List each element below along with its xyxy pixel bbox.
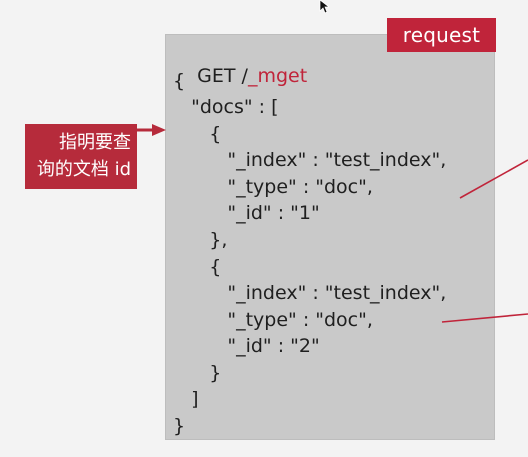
callout-line-1: 指明要查 xyxy=(59,132,131,153)
request-endpoint: _mget xyxy=(247,65,308,87)
mouse-pointer-icon xyxy=(319,0,331,14)
request-method: GET / xyxy=(197,65,248,87)
code-line-14: } xyxy=(173,415,186,437)
code-line-13: ] xyxy=(173,388,199,410)
code-line-4: "_index" : "test_index", xyxy=(173,149,447,171)
code-line-9: "_index" : "test_index", xyxy=(173,282,447,304)
code-line-11: "_id" : "2" xyxy=(173,335,320,357)
code-line-6: "_id" : "1" xyxy=(173,202,320,224)
code-line-7: }, xyxy=(173,229,228,251)
code-line-3: { xyxy=(173,123,222,145)
code-line-1: { xyxy=(173,70,186,92)
doc-id-callout: 指明要查 询的文档 id xyxy=(25,124,137,189)
code-line-2: "docs" : [ xyxy=(173,96,279,118)
request-badge: request xyxy=(387,18,496,52)
code-line-10: "_type" : "doc", xyxy=(173,309,373,331)
code-line-8: { xyxy=(173,256,222,278)
callout-line-2: 询的文档 id xyxy=(36,159,131,180)
code-line-5: "_type" : "doc", xyxy=(173,176,373,198)
request-code-panel: GET /_mget { "docs" : [ { "_index" : "te… xyxy=(165,34,495,440)
code-line-12: } xyxy=(173,362,222,384)
